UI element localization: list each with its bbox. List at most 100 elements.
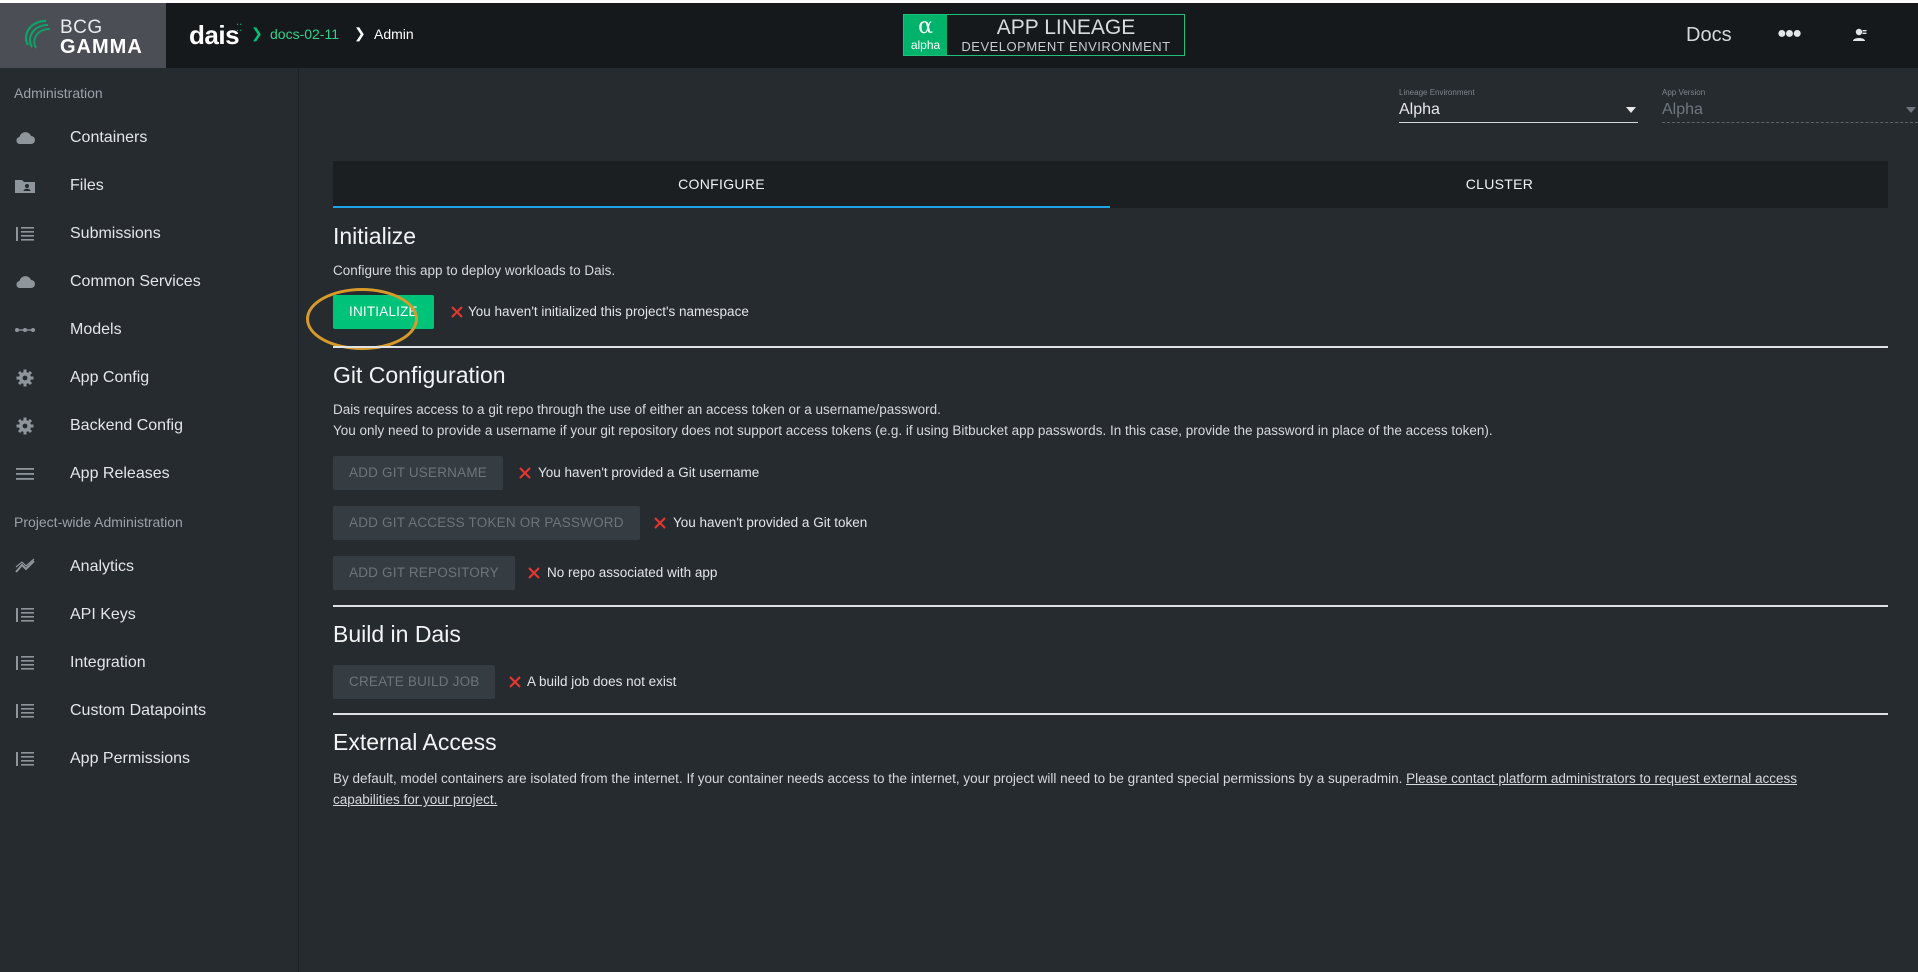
highlight-ring [306, 288, 418, 350]
error-x-icon [509, 676, 521, 688]
git-config-title: Git Configuration [333, 362, 506, 388]
tab-bar: CONFIGURE CLUSTER [333, 161, 1888, 208]
sidebar-item-label: Integration [70, 654, 146, 671]
sidebar-heading-project-wide: Project-wide Administration [14, 514, 183, 530]
alpha-symbol-icon: α [918, 14, 933, 39]
logo-swirl-icon [24, 19, 51, 49]
list-icon [16, 608, 34, 622]
sidebar-item-submissions[interactable]: Submissions [0, 214, 298, 254]
list-icon [16, 656, 34, 670]
section-divider [333, 605, 1888, 607]
folder-icon [15, 180, 35, 193]
sidebar-item-integration[interactable]: Integration [0, 643, 298, 683]
sidebar-heading-administration: Administration [14, 85, 103, 101]
tab-cluster[interactable]: CLUSTER [1111, 161, 1888, 208]
sidebar-item-common-services[interactable]: Common Services [0, 262, 298, 302]
dais-brand[interactable]: dais [189, 20, 240, 51]
more-options-icon[interactable]: ●●● [1777, 25, 1802, 43]
active-tab-indicator [333, 206, 1110, 208]
sidebar-item-app-releases[interactable]: App Releases [0, 454, 298, 494]
sidebar-item-models[interactable]: Models [0, 310, 298, 350]
sidebar-item-label: API Keys [70, 606, 136, 623]
sidebar-item-label: Containers [70, 129, 148, 146]
alpha-badge: α alpha [904, 15, 947, 55]
brand-dots-icon: ⁚⁚ [236, 23, 243, 34]
sidebar-item-label: Custom Datapoints [70, 702, 207, 719]
external-access-title: External Access [333, 729, 497, 755]
sidebar-item-label: Analytics [70, 558, 135, 575]
user-account-icon[interactable] [1852, 27, 1868, 43]
list-icon [16, 704, 34, 718]
sidebar-item-label: Submissions [70, 225, 161, 242]
git-config-line1: Dais requires access to a git repo throu… [333, 402, 941, 417]
external-access-text: By default, model containers are isolate… [333, 768, 1893, 789]
logo-text-gamma: GAMMA [60, 36, 143, 58]
tab-configure[interactable]: CONFIGURE [333, 161, 1110, 208]
tab-label: CONFIGURE [678, 176, 765, 192]
contact-admins-link[interactable]: Please contact platform administrators t… [1406, 771, 1797, 786]
tab-label: CLUSTER [1465, 176, 1534, 192]
cloud-icon [16, 132, 35, 144]
docs-link[interactable]: Docs [1686, 24, 1732, 47]
git-config-line2: You only need to provide a username if y… [333, 423, 1493, 438]
sidebar-item-containers[interactable]: Containers [0, 118, 298, 158]
sidebar-item-api-keys[interactable]: API Keys [0, 595, 298, 635]
environment-badge: α alpha APP LINEAGE DEVELOPMENT ENVIRONM… [903, 14, 1185, 56]
git-repo-status: No repo associated with app [547, 565, 718, 580]
breadcrumb-chevron-icon: ❯ [251, 25, 263, 41]
sidebar-item-label: Common Services [70, 273, 201, 290]
cloud-icon [16, 276, 35, 288]
sidebar-item-app-permissions[interactable]: App Permissions [0, 739, 298, 779]
bcg-gamma-logo[interactable]: BCG GAMMA [0, 3, 166, 68]
trend-icon [15, 558, 35, 573]
git-username-status: You haven't provided a Git username [538, 465, 760, 480]
caret-down-icon [1626, 107, 1636, 113]
top-bar: BCG GAMMA dais ⁚⁚ ❯ docs-02-11 ❯ Admin α… [0, 3, 1918, 68]
gear-icon [16, 417, 34, 435]
breadcrumb-admin: Admin [374, 26, 414, 42]
add-git-repository-button[interactable]: ADD GIT REPOSITORY [333, 556, 515, 590]
sidebar-item-app-config[interactable]: App Config [0, 358, 298, 398]
error-x-icon [451, 306, 463, 318]
add-git-username-button[interactable]: ADD GIT USERNAME [333, 456, 503, 490]
sidebar-item-label: App Permissions [70, 750, 191, 767]
section-divider [333, 713, 1888, 715]
sidebar-item-files[interactable]: Files [0, 166, 298, 206]
git-token-status: You haven't provided a Git token [673, 515, 868, 530]
section-divider [333, 346, 1888, 348]
app-version-value: Alpha [1662, 101, 1703, 118]
alpha-word: alpha [910, 38, 941, 52]
env-subtitle: DEVELOPMENT ENVIRONMENT [961, 39, 1171, 54]
external-access-text-line2: capabilities for your project. [333, 789, 497, 810]
error-x-icon [654, 517, 666, 529]
sidebar-item-label: App Config [70, 369, 150, 386]
list-icon [16, 227, 34, 241]
add-git-token-button[interactable]: ADD GIT ACCESS TOKEN OR PASSWORD [333, 506, 640, 540]
contact-admins-link-cont[interactable]: capabilities for your project. [333, 792, 497, 807]
sidebar-item-custom-datapoints[interactable]: Custom Datapoints [0, 691, 298, 731]
sidebar-item-analytics[interactable]: Analytics [0, 547, 298, 587]
sidebar-item-label: App Releases [70, 465, 170, 482]
sidebar-item-label: Files [70, 177, 104, 194]
sidebar: Administration Containers Files Submissi… [0, 68, 299, 972]
initialize-title: Initialize [333, 223, 417, 249]
env-title: APP LINEAGE [996, 16, 1136, 39]
breadcrumb-project[interactable]: docs-02-11 [270, 26, 339, 42]
initialize-description: Configure this app to deploy workloads t… [333, 263, 616, 278]
sidebar-item-label: Backend Config [70, 417, 183, 434]
menu-icon [16, 468, 34, 480]
initialize-status: You haven't initialized this project's n… [468, 304, 749, 319]
create-build-job-button[interactable]: CREATE BUILD JOB [333, 665, 496, 699]
caret-down-icon [1906, 107, 1916, 113]
lineage-environment-select[interactable]: Alpha [1399, 89, 1638, 123]
breadcrumb-chevron-icon: ❯ [354, 25, 366, 41]
external-access-description: By default, model containers are isolate… [333, 771, 1407, 786]
sidebar-item-backend-config[interactable]: Backend Config [0, 406, 298, 446]
error-x-icon [528, 567, 540, 579]
build-status: A build job does not exist [527, 674, 677, 689]
dots-icon [15, 328, 35, 332]
sidebar-item-label: Models [70, 321, 122, 338]
app-version-select[interactable]: Alpha [1662, 89, 1918, 123]
app-window: BCG GAMMA dais ⁚⁚ ❯ docs-02-11 ❯ Admin α… [0, 3, 1918, 972]
error-x-icon [519, 467, 531, 479]
